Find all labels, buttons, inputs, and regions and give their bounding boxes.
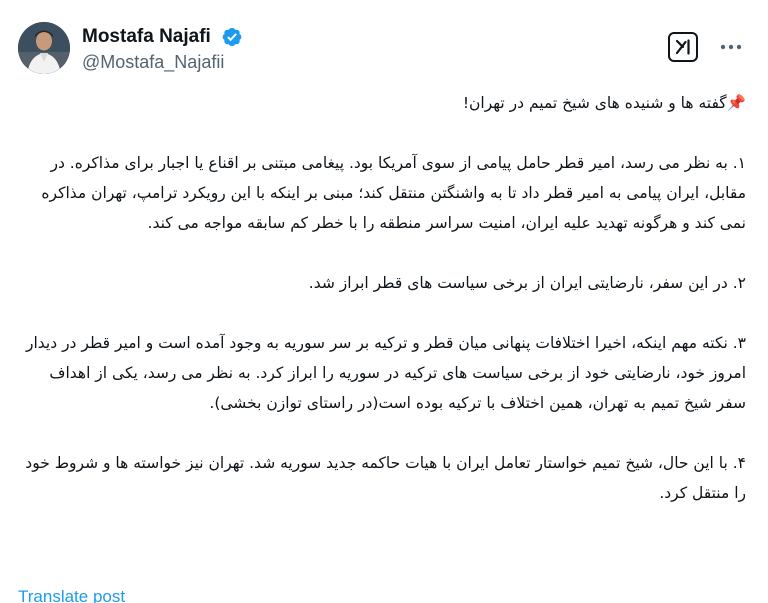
post-header: Mostafa Najafi @Mostafa_Najafii: [18, 20, 746, 76]
author-display-name[interactable]: Mostafa Najafi: [82, 26, 211, 48]
more-options-button[interactable]: [716, 32, 746, 62]
avatar-photo: [18, 22, 70, 74]
author-handle[interactable]: @Mostafa_Najafii: [82, 51, 243, 73]
author-names: Mostafa Najafi @Mostafa_Najafii: [82, 26, 243, 73]
grok-icon: [675, 39, 690, 55]
avatar[interactable]: [18, 22, 70, 74]
post-paragraph-1: ۱. به نظر می رسد، امیر قطر حامل پیامی از…: [36, 154, 746, 232]
post-card: Mostafa Najafi @Mostafa_Najafii 📌گفته ها…: [0, 0, 768, 603]
post-text: 📌گفته ها و شنیده های شیخ تمیم در تهران! …: [18, 88, 746, 538]
post-paragraph-4: ۴. با این حال، شیخ تمیم خواستار تعامل ای…: [20, 454, 746, 502]
post-title-line: 📌گفته ها و شنیده های شیخ تمیم در تهران!: [18, 88, 746, 118]
translate-post-link[interactable]: Translate post: [18, 586, 125, 603]
post-paragraph-2: ۲. در این سفر، نارضایتی ایران از برخی سی…: [308, 274, 746, 292]
post-paragraph-3: ۳. نکته مهم اینکه، اخیرا اختلافات پنهانی…: [21, 334, 746, 412]
verified-badge-icon: [221, 26, 243, 48]
grok-button[interactable]: [668, 32, 698, 62]
more-dots-icon: [720, 44, 742, 50]
pin-emoji: 📌: [726, 94, 746, 112]
post-title: گفته ها و شنیده های شیخ تمیم در تهران!: [462, 94, 727, 112]
